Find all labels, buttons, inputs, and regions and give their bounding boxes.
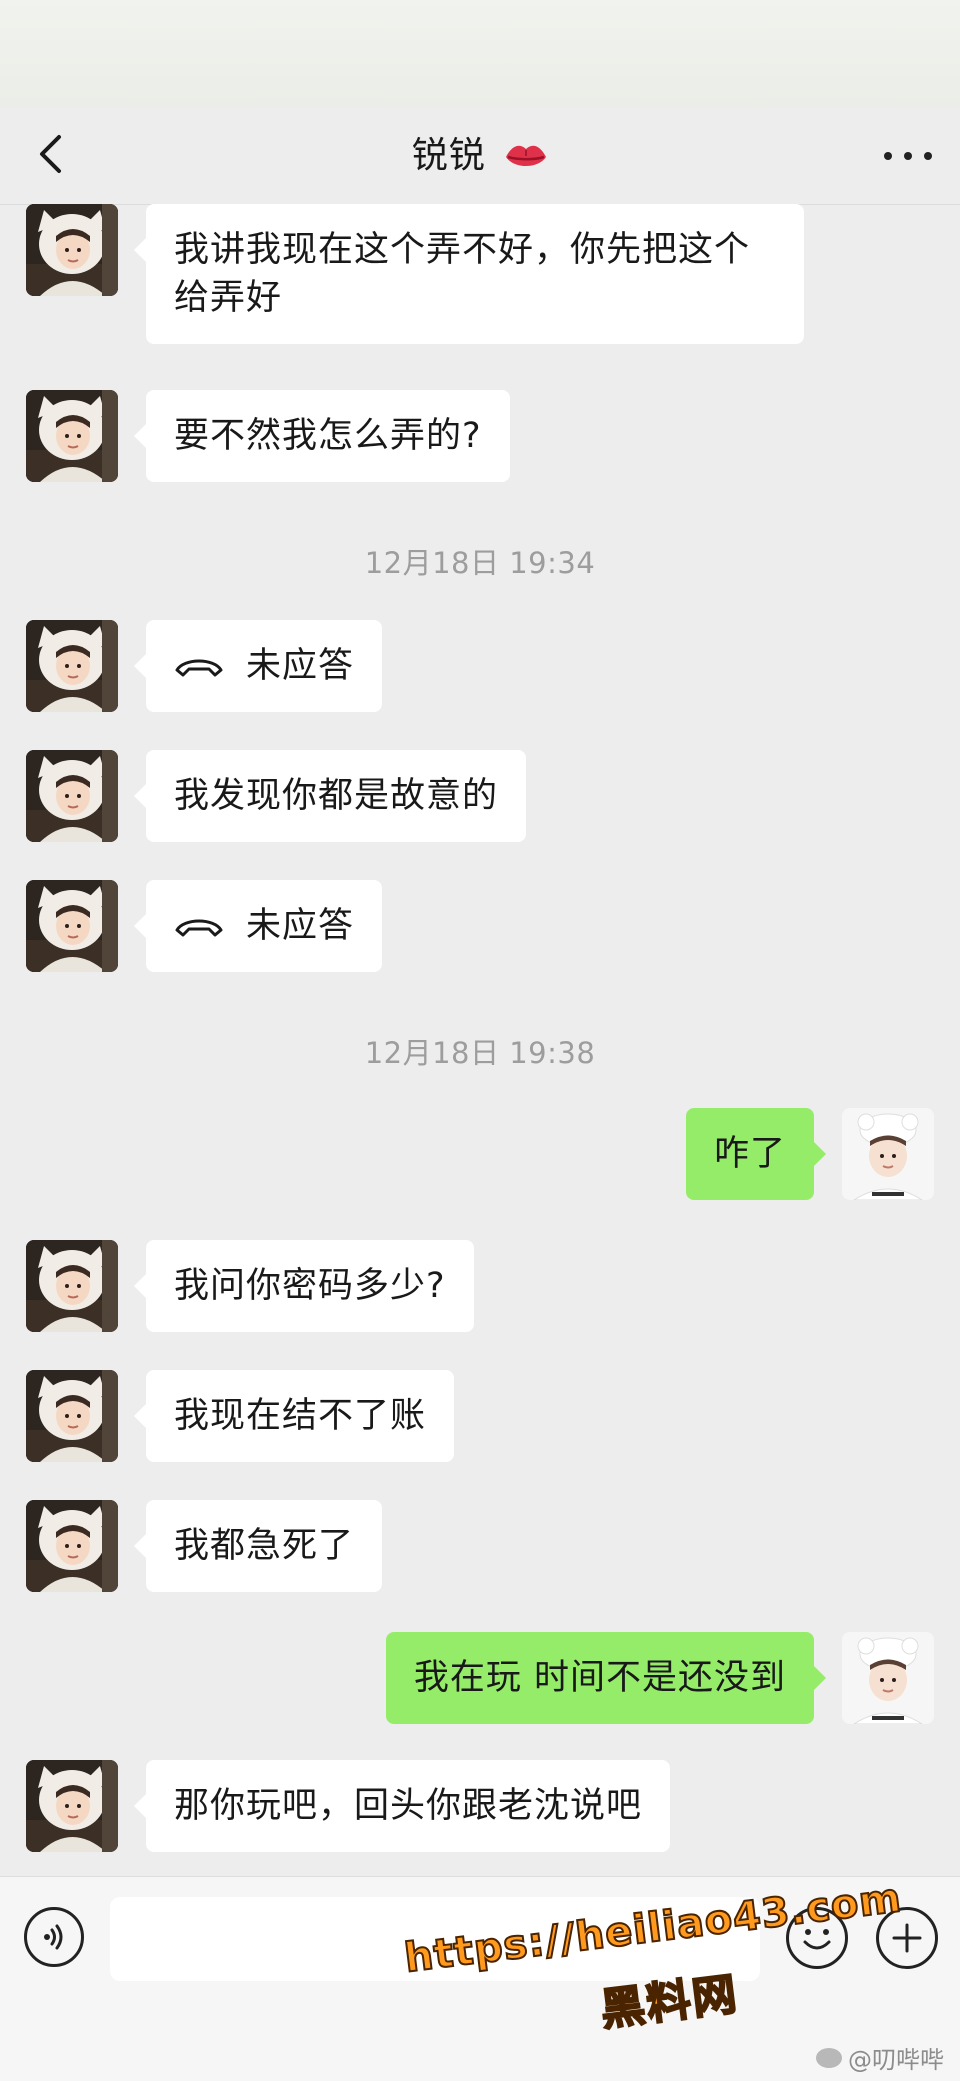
call-status: 未应答 xyxy=(246,906,355,946)
chat-header: 锐锐 xyxy=(0,108,960,205)
missed-call-bubble[interactable]: 未应答 xyxy=(133,620,383,712)
avatar[interactable] xyxy=(26,1500,118,1592)
avatar[interactable] xyxy=(26,620,118,712)
message-bubble[interactable]: 我发现你都是故意的 xyxy=(133,750,527,842)
missed-call-bubble[interactable]: 未应答 xyxy=(133,880,383,972)
more-options-button[interactable] xyxy=(878,138,938,174)
chat-title: 锐锐 xyxy=(0,134,960,178)
weibo-icon xyxy=(816,2047,842,2068)
message-list[interactable]: 我讲我现在这个弄不好，你先把这个给弄好 要不然我怎么弄的? 12月18日 19:… xyxy=(0,204,960,1876)
phone-icon xyxy=(174,652,224,680)
message-bubble[interactable]: 咋了 xyxy=(685,1108,827,1200)
voice-button[interactable] xyxy=(24,1907,84,1967)
avatar[interactable] xyxy=(26,750,118,842)
kiss-lips-icon xyxy=(506,145,547,166)
message-bubble[interactable]: 我现在结不了账 xyxy=(133,1370,455,1462)
phone-icon xyxy=(174,912,224,940)
avatar[interactable] xyxy=(26,204,118,296)
avatar[interactable] xyxy=(26,880,118,972)
weibo-handle: @叨哔哔 xyxy=(848,2046,944,2074)
message-bubble[interactable]: 要不然我怎么弄的? xyxy=(134,390,510,482)
more-dots-icon xyxy=(884,152,892,160)
message-bubble[interactable]: 我问你密码多少? xyxy=(134,1240,474,1332)
message-bubble[interactable]: 那你玩吧，回头你跟老沈说吧 xyxy=(133,1760,671,1852)
avatar[interactable] xyxy=(26,1370,118,1462)
weibo-watermark: @叨哔哔 xyxy=(816,2040,944,2075)
timestamp: 12月18日 19:38 xyxy=(364,1036,596,1070)
call-status: 未应答 xyxy=(246,646,355,686)
message-bubble[interactable]: 我在玩 时间不是还没到 xyxy=(385,1632,827,1724)
avatar[interactable] xyxy=(26,1760,118,1852)
avatar[interactable] xyxy=(26,390,118,482)
voice-icon xyxy=(44,1924,63,1950)
plus-icon xyxy=(892,1923,922,1953)
message-bubble[interactable]: 我都急死了 xyxy=(133,1500,383,1592)
avatar[interactable] xyxy=(842,1108,934,1200)
contact-name: 锐锐 xyxy=(411,135,486,176)
avatar[interactable] xyxy=(842,1632,934,1724)
message-bubble[interactable]: 我讲我现在这个弄不好，你先把这个给弄好 xyxy=(134,204,804,344)
timestamp: 12月18日 19:34 xyxy=(364,546,596,580)
avatar[interactable] xyxy=(26,1240,118,1332)
